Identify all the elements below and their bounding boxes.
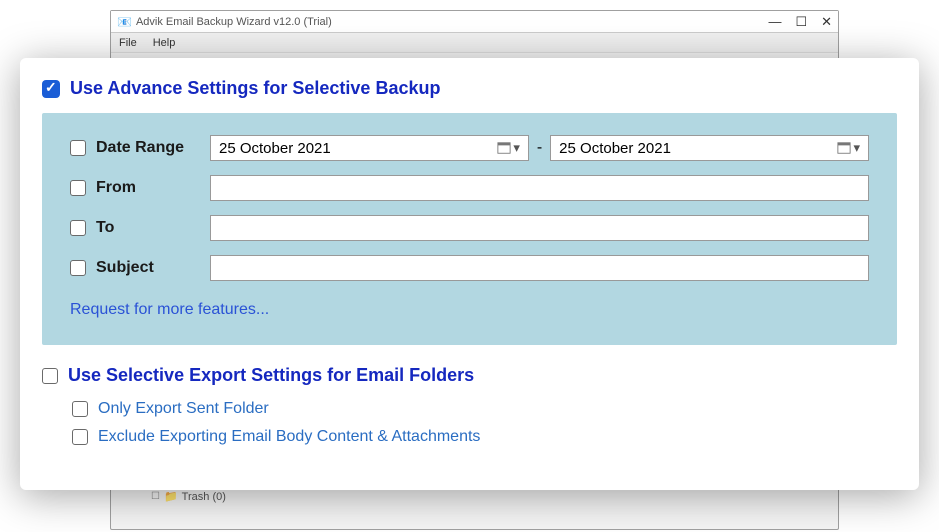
export-sub-options: Only Export Sent Folder Exclude Exportin… (72, 400, 897, 446)
from-label: From (96, 179, 136, 197)
to-label: To (96, 219, 114, 237)
subject-row: Subject (70, 255, 869, 281)
maximize-button[interactable]: ☐ (795, 14, 807, 30)
only-export-sent-label: Only Export Sent Folder (98, 400, 269, 418)
subject-label: Subject (96, 259, 154, 277)
date-start-value: 25 October 2021 (219, 140, 331, 157)
to-input[interactable] (210, 215, 869, 241)
app-icon: 📧 (117, 15, 132, 29)
from-input[interactable] (210, 175, 869, 201)
only-export-sent-row: Only Export Sent Folder (72, 400, 897, 418)
advance-settings-title: Use Advance Settings for Selective Backu… (70, 78, 440, 99)
menu-file[interactable]: File (119, 37, 137, 49)
settings-panel: Use Advance Settings for Selective Backu… (20, 58, 919, 490)
request-features-link[interactable]: Request for more features... (70, 301, 869, 319)
export-settings-title: Use Selective Export Settings for Email … (68, 365, 474, 386)
to-checkbox[interactable] (70, 220, 86, 236)
close-button[interactable]: ✕ (821, 14, 832, 30)
date-range-row: Date Range 25 October 2021 ▾ - 25 Octobe… (70, 135, 869, 161)
date-range-label: Date Range (96, 139, 184, 157)
date-range-checkbox[interactable] (70, 140, 86, 156)
calendar-dropdown-icon[interactable]: ▾ (837, 140, 860, 156)
from-row: From (70, 175, 869, 201)
folder-icon: 📁 (164, 489, 178, 505)
advance-settings-checkbox[interactable] (42, 80, 60, 98)
menu-help[interactable]: Help (153, 37, 176, 49)
menubar: File Help (111, 33, 838, 53)
date-start-input[interactable]: 25 October 2021 ▾ (210, 135, 529, 161)
subject-input[interactable] (210, 255, 869, 281)
export-settings-checkbox[interactable] (42, 368, 58, 384)
exclude-body-row: Exclude Exporting Email Body Content & A… (72, 428, 897, 446)
titlebar: 📧 Advik Email Backup Wizard v12.0 (Trial… (111, 11, 838, 33)
calendar-dropdown-icon[interactable]: ▾ (497, 140, 520, 156)
date-range-separator: - (537, 139, 542, 157)
to-row: To (70, 215, 869, 241)
export-settings-header: Use Selective Export Settings for Email … (42, 365, 897, 386)
advance-settings-box: Date Range 25 October 2021 ▾ - 25 Octobe… (42, 113, 897, 345)
exclude-body-label: Exclude Exporting Email Body Content & A… (98, 428, 480, 446)
only-export-sent-checkbox[interactable] (72, 401, 88, 417)
exclude-body-checkbox[interactable] (72, 429, 88, 445)
advance-settings-header: Use Advance Settings for Selective Backu… (42, 78, 897, 99)
tree-item-label: Trash (0) (182, 489, 226, 505)
date-end-input[interactable]: 25 October 2021 ▾ (550, 135, 869, 161)
subject-checkbox[interactable] (70, 260, 86, 276)
minimize-button[interactable]: — (768, 14, 781, 30)
window-title: Advik Email Backup Wizard v12.0 (Trial) (136, 16, 768, 28)
date-end-value: 25 October 2021 (559, 140, 671, 157)
from-checkbox[interactable] (70, 180, 86, 196)
